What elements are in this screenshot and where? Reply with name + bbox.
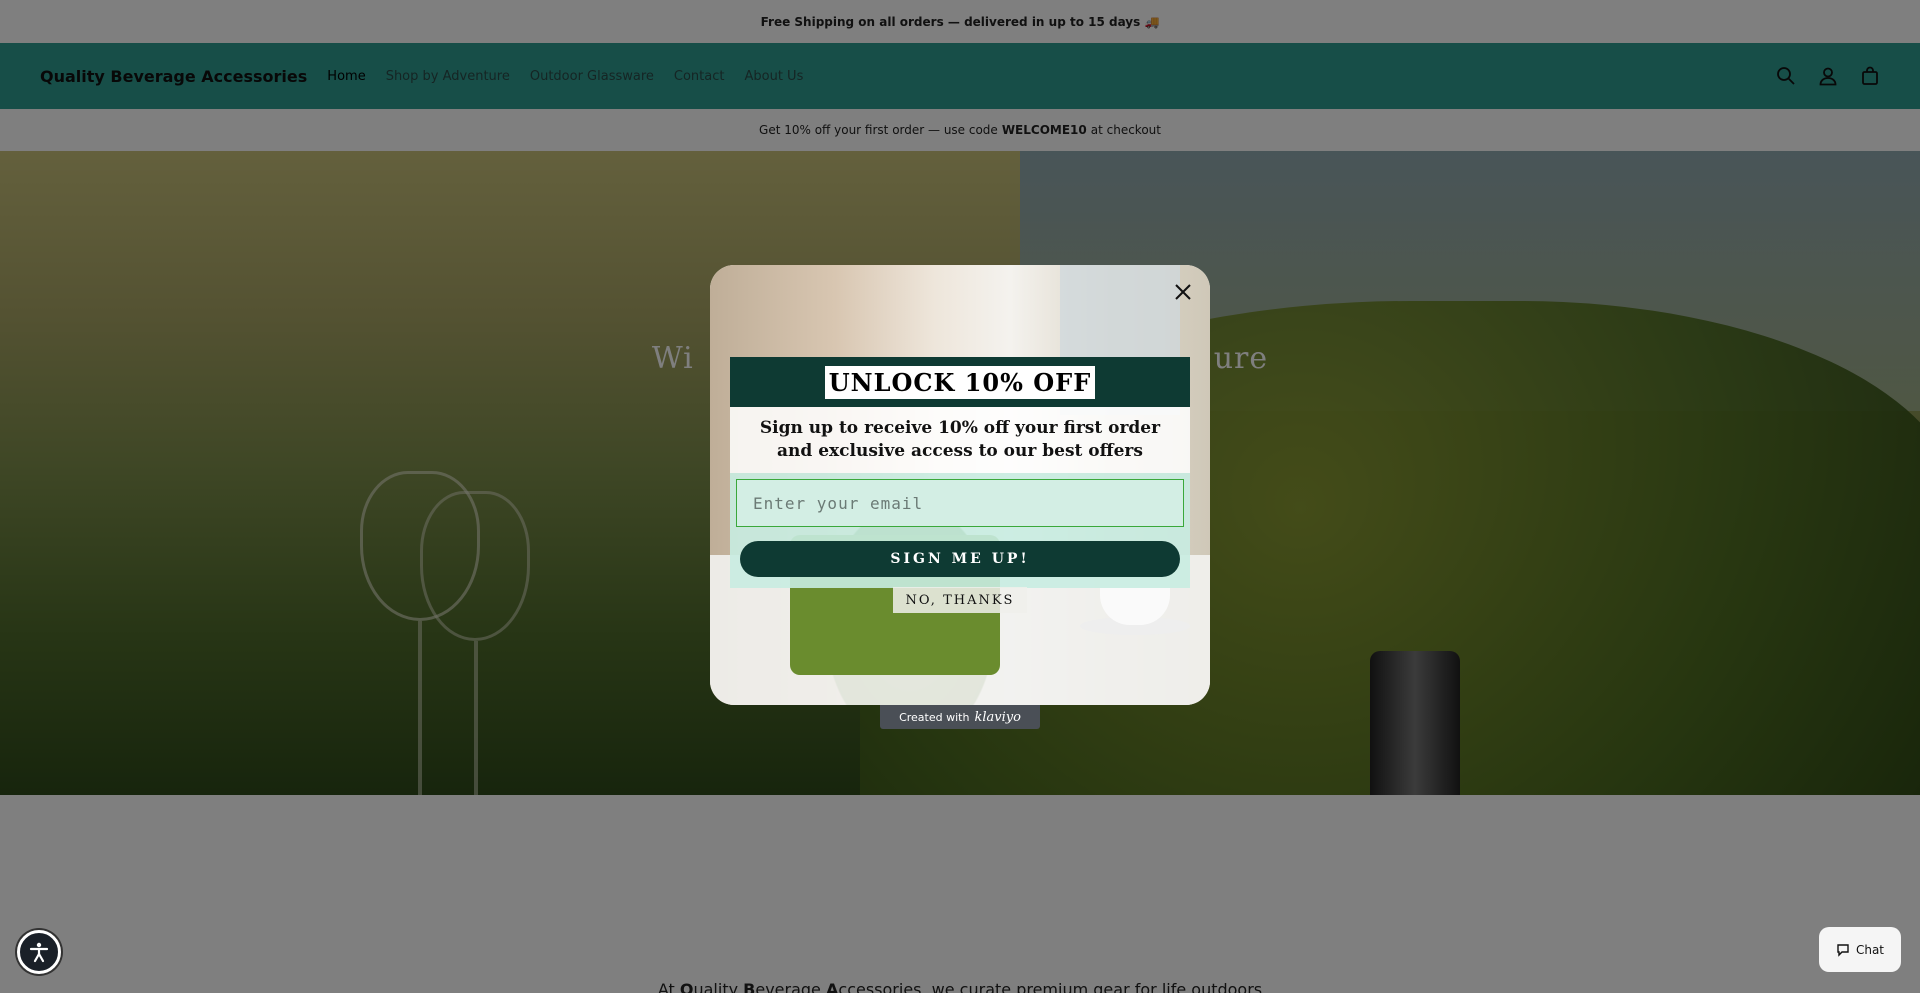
popup-subtitle: Sign up to receive 10% off your first or… [730, 407, 1190, 473]
sign-me-up-button[interactable]: SIGN ME UP! [740, 541, 1180, 577]
signup-popup: UNLOCK 10% OFF Sign up to receive 10% of… [710, 265, 1210, 705]
popup-headline: UNLOCK 10% OFF [824, 365, 1096, 399]
popup-form: SIGN ME UP! [730, 473, 1190, 588]
popup-subtitle-line2: and exclusive access to our best offers [777, 441, 1143, 461]
chat-button[interactable]: Chat [1819, 927, 1901, 972]
close-icon [1175, 284, 1191, 300]
popup-subtitle-line1: Sign up to receive 10% off your first or… [759, 418, 1161, 439]
email-input[interactable] [736, 479, 1184, 527]
chat-label: Chat [1855, 942, 1885, 957]
popup-headline-band: UNLOCK 10% OFF [730, 357, 1190, 407]
klaviyo-badge[interactable]: Created with klaviyo [880, 705, 1040, 729]
klaviyo-prefix: Created with [899, 710, 970, 724]
klaviyo-logo: klaviyo [974, 709, 1021, 725]
no-thanks-button[interactable]: NO, THANKS [893, 587, 1027, 613]
close-button[interactable] [1168, 277, 1198, 307]
chat-icon [1837, 943, 1849, 957]
accessibility-button[interactable] [17, 930, 61, 974]
accessibility-icon [29, 942, 49, 963]
